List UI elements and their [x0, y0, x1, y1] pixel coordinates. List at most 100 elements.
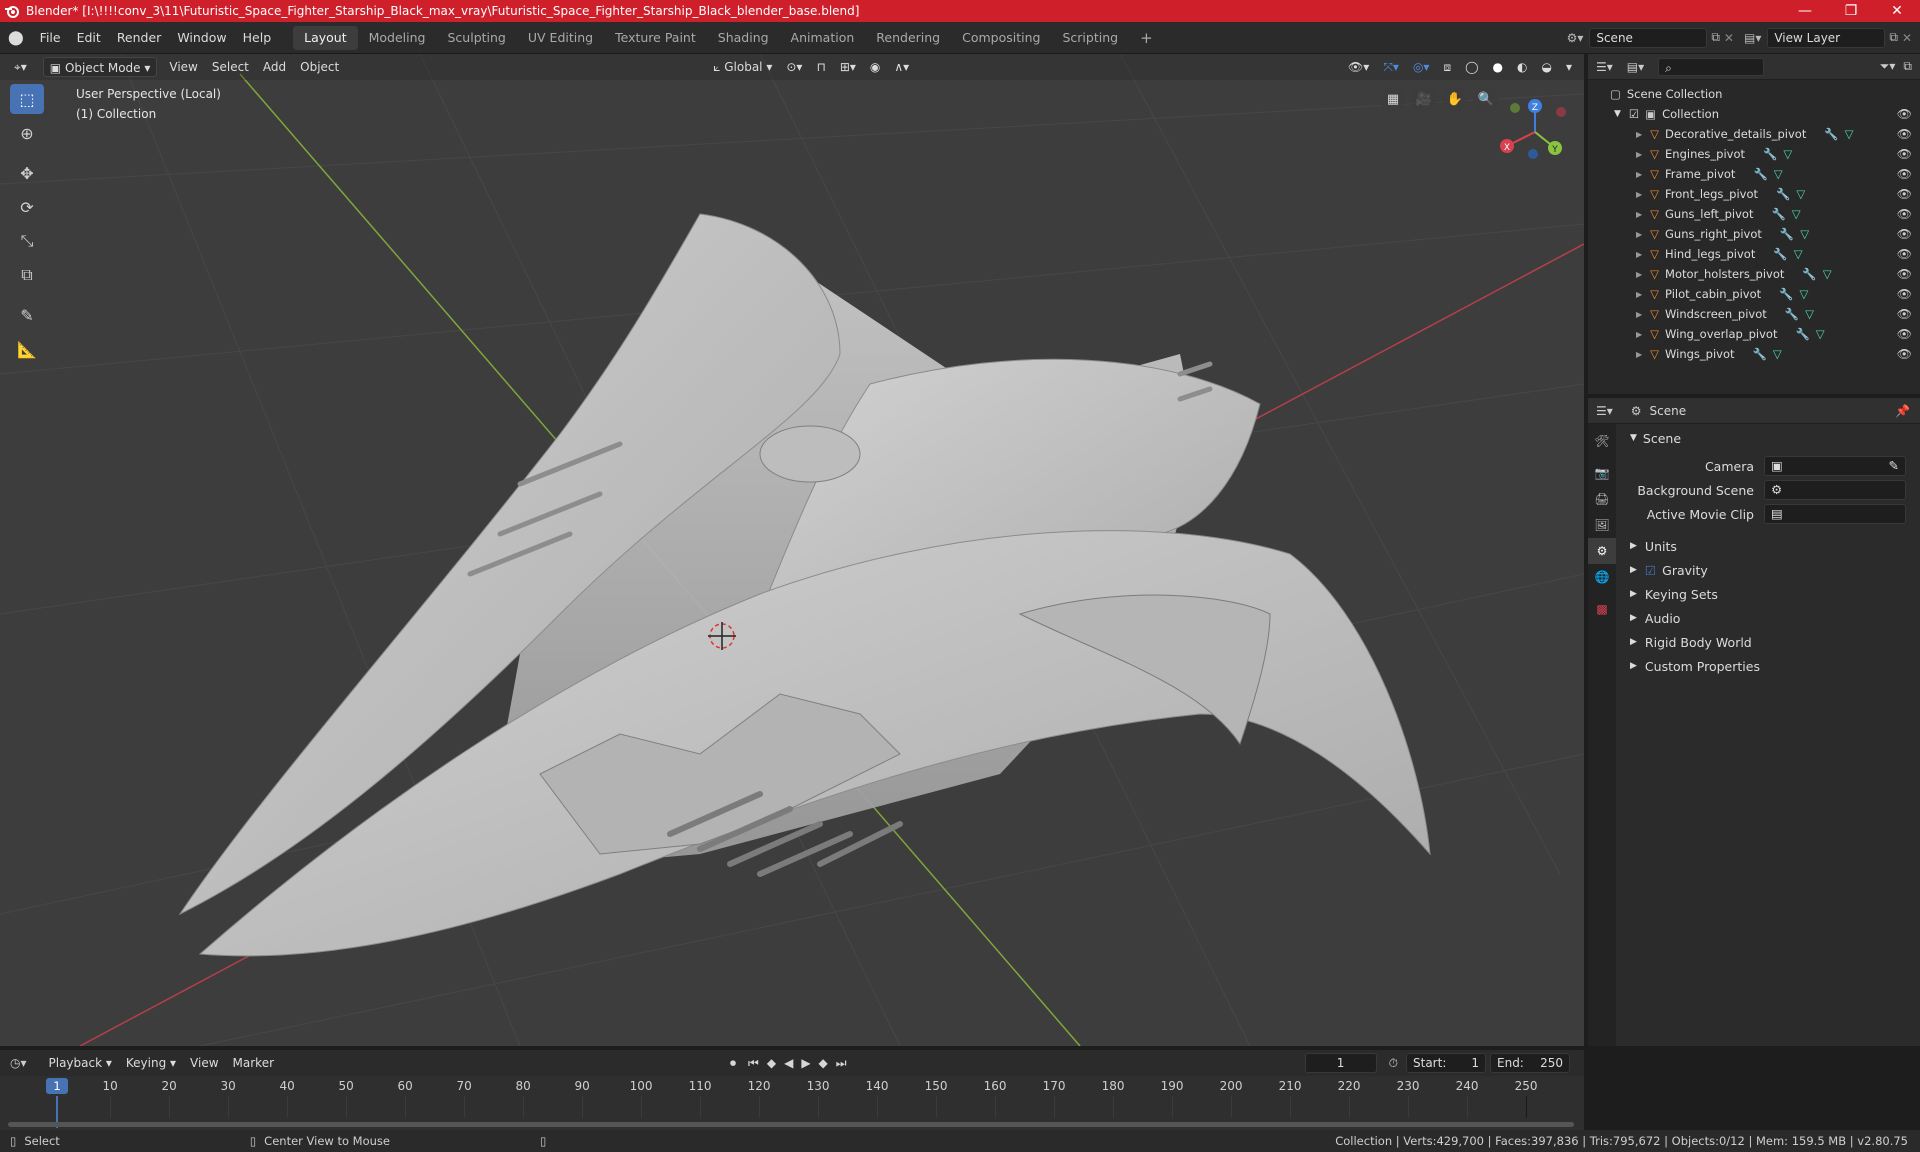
transform-orientation-dropdown[interactable]: ⟀ Global ▾	[707, 57, 778, 77]
current-frame-field[interactable]: 1	[1304, 1053, 1377, 1073]
menu-add[interactable]: Add	[257, 57, 292, 77]
collection-checkbox[interactable]: ☑	[1629, 107, 1639, 121]
minimize-button[interactable]: —	[1782, 0, 1828, 22]
view-layer-icon[interactable]: ▤▾	[1744, 31, 1761, 45]
modifier-icon[interactable]: 🔧	[1763, 147, 1777, 161]
outliner-item[interactable]: ▶ ▽ Frame_pivot 🔧 ▽ 👁	[1588, 164, 1920, 184]
gravity-panel-header[interactable]: ▶ ☑ Gravity	[1620, 558, 1918, 582]
prev-keyframe-icon[interactable]: ◆	[767, 1056, 776, 1070]
mesh-data-icon[interactable]: ▽	[1794, 247, 1803, 261]
camera-view-icon[interactable]: 🎥	[1411, 86, 1437, 112]
timeline-editor-type-icon[interactable]: ◷▾	[10, 1056, 27, 1070]
view-layer-field[interactable]: View Layer	[1767, 27, 1886, 48]
modifier-icon[interactable]: 🔧	[1771, 207, 1785, 221]
expand-icon[interactable]: ▶	[1636, 190, 1642, 199]
scene-panel-header[interactable]: ▼ Scene	[1620, 426, 1918, 450]
shading-options-icon[interactable]: ▾	[1560, 57, 1578, 77]
menu-edit[interactable]: Edit	[69, 22, 109, 54]
mesh-data-icon[interactable]: ▽	[1823, 267, 1832, 281]
add-workspace-icon[interactable]: +	[1129, 26, 1164, 50]
outliner-item[interactable]: ▶ ▽ Pilot_cabin_pivot 🔧 ▽ 👁	[1588, 284, 1920, 304]
end-frame-field[interactable]: End: 250	[1490, 1053, 1570, 1073]
mode-dropdown[interactable]: ▣ Object Mode ▾	[42, 57, 158, 77]
render-tab-icon[interactable]: 📷	[1588, 460, 1616, 486]
expand-icon[interactable]: ▶	[1636, 330, 1642, 339]
scene-selector-icon[interactable]: ⚙▾	[1567, 31, 1584, 45]
units-panel-header[interactable]: ▶ Units	[1620, 534, 1918, 558]
mesh-data-icon[interactable]: ▽	[1796, 187, 1805, 201]
outliner-item[interactable]: ▶ ▽ Motor_holsters_pivot 🔧 ▽ 👁	[1588, 264, 1920, 284]
tab-layout[interactable]: Layout	[293, 25, 358, 50]
mesh-data-icon[interactable]: ▽	[1774, 167, 1783, 181]
tab-sculpting[interactable]: Sculpting	[437, 26, 517, 50]
scene-field[interactable]: Scene	[1589, 27, 1708, 48]
mesh-data-icon[interactable]: ▽	[1799, 287, 1808, 301]
visibility-toggle-icon[interactable]: 👁	[1897, 287, 1912, 301]
annotate-tool-icon[interactable]: ✎	[10, 300, 44, 330]
outliner-item[interactable]: ▶ ▽ Engines_pivot 🔧 ▽ 👁	[1588, 144, 1920, 164]
visibility-icon[interactable]: 👁▾	[1342, 57, 1375, 77]
mesh-data-icon[interactable]: ▽	[1805, 307, 1814, 321]
remove-scene-icon[interactable]: ✕	[1724, 31, 1734, 45]
tab-shading[interactable]: Shading	[707, 26, 780, 50]
move-tool-icon[interactable]: ✥	[10, 158, 44, 188]
outliner-item[interactable]: ▶ ▽ Hind_legs_pivot 🔧 ▽ 👁	[1588, 244, 1920, 264]
audio-panel-header[interactable]: ▶ Audio	[1620, 606, 1918, 630]
collection-visibility-icon[interactable]: 👁	[1897, 107, 1912, 121]
snap-target-icon[interactable]: ⊞▾	[834, 57, 862, 77]
rendered-shading-icon[interactable]: ◒	[1535, 57, 1557, 77]
mesh-data-icon[interactable]: ▽	[1792, 207, 1801, 221]
world-tab-icon[interactable]: 🌐	[1588, 564, 1616, 590]
menu-view[interactable]: View	[163, 57, 203, 77]
mesh-data-icon[interactable]: ▽	[1816, 327, 1825, 341]
modifier-icon[interactable]: 🔧	[1780, 227, 1794, 241]
new-collection-icon[interactable]: ⧉	[1903, 59, 1912, 74]
preview-range-icon[interactable]: ⏱	[1389, 1056, 1398, 1071]
keying-sets-panel-header[interactable]: ▶ Keying Sets	[1620, 582, 1918, 606]
tab-modeling[interactable]: Modeling	[358, 26, 437, 50]
tab-uv-editing[interactable]: UV Editing	[517, 26, 604, 50]
menu-help[interactable]: Help	[235, 22, 280, 54]
modifier-icon[interactable]: 🔧	[1779, 287, 1793, 301]
ortho-toggle-icon[interactable]: ▦	[1380, 86, 1406, 112]
tool-tab-icon[interactable]: 🛠	[1588, 428, 1616, 454]
tab-rendering[interactable]: Rendering	[865, 26, 951, 50]
output-tab-icon[interactable]: 🖨	[1588, 486, 1616, 512]
outliner-item[interactable]: ▶ ▽ Wing_overlap_pivot 🔧 ▽ 👁	[1588, 324, 1920, 344]
gizmo-toggle-icon[interactable]: ⤧▾	[1377, 57, 1405, 77]
menu-playback[interactable]: Playback ▾	[43, 1053, 118, 1073]
expand-collection-icon[interactable]: ▼	[1614, 109, 1621, 119]
visibility-toggle-icon[interactable]: 👁	[1897, 347, 1912, 361]
blender-menu-icon[interactable]: ⬤	[0, 22, 32, 54]
visibility-toggle-icon[interactable]: 👁	[1897, 247, 1912, 261]
viewport-scene[interactable]	[0, 54, 1584, 1046]
outliner-item[interactable]: ▶ ▽ Front_legs_pivot 🔧 ▽ 👁	[1588, 184, 1920, 204]
display-mode-icon[interactable]: ▤▾	[1627, 60, 1644, 74]
camera-field[interactable]: ▣ ✎	[1764, 456, 1906, 476]
menu-object[interactable]: Object	[294, 57, 345, 77]
menu-select[interactable]: Select	[206, 57, 255, 77]
menu-window[interactable]: Window	[169, 22, 234, 54]
select-box-tool-icon[interactable]: ⬚	[10, 84, 44, 114]
menu-render[interactable]: Render	[109, 22, 170, 54]
expand-icon[interactable]: ▶	[1636, 130, 1642, 139]
expand-icon[interactable]: ▶	[1636, 150, 1642, 159]
scene-tab-icon[interactable]: ⚙	[1588, 538, 1616, 564]
snap-icon[interactable]: ⊓	[810, 57, 831, 77]
expand-icon[interactable]: ▶	[1636, 310, 1642, 319]
timeline-ruler[interactable]: 1102030405060708090100110120130140150160…	[0, 1076, 1584, 1130]
texture-tab-icon[interactable]: ▩	[1588, 596, 1616, 622]
visibility-toggle-icon[interactable]: 👁	[1897, 227, 1912, 241]
jump-end-icon[interactable]: ⏭	[836, 1056, 847, 1071]
expand-icon[interactable]: ▶	[1636, 290, 1642, 299]
properties-editor-type-icon[interactable]: ☰▾	[1596, 404, 1613, 418]
falloff-icon[interactable]: ∧▾	[888, 57, 915, 77]
modifier-icon[interactable]: 🔧	[1824, 127, 1838, 141]
outliner-scene-collection[interactable]: ▢ Scene Collection	[1588, 84, 1920, 104]
pin-icon[interactable]: 📌	[1895, 404, 1910, 418]
outliner-item[interactable]: ▶ ▽ Guns_left_pivot 🔧 ▽ 👁	[1588, 204, 1920, 224]
menu-file[interactable]: File	[32, 22, 69, 54]
outliner-editor-type-icon[interactable]: ☰▾	[1596, 60, 1613, 74]
modifier-icon[interactable]: 🔧	[1802, 267, 1816, 281]
solid-shading-icon[interactable]: ●	[1487, 57, 1509, 77]
